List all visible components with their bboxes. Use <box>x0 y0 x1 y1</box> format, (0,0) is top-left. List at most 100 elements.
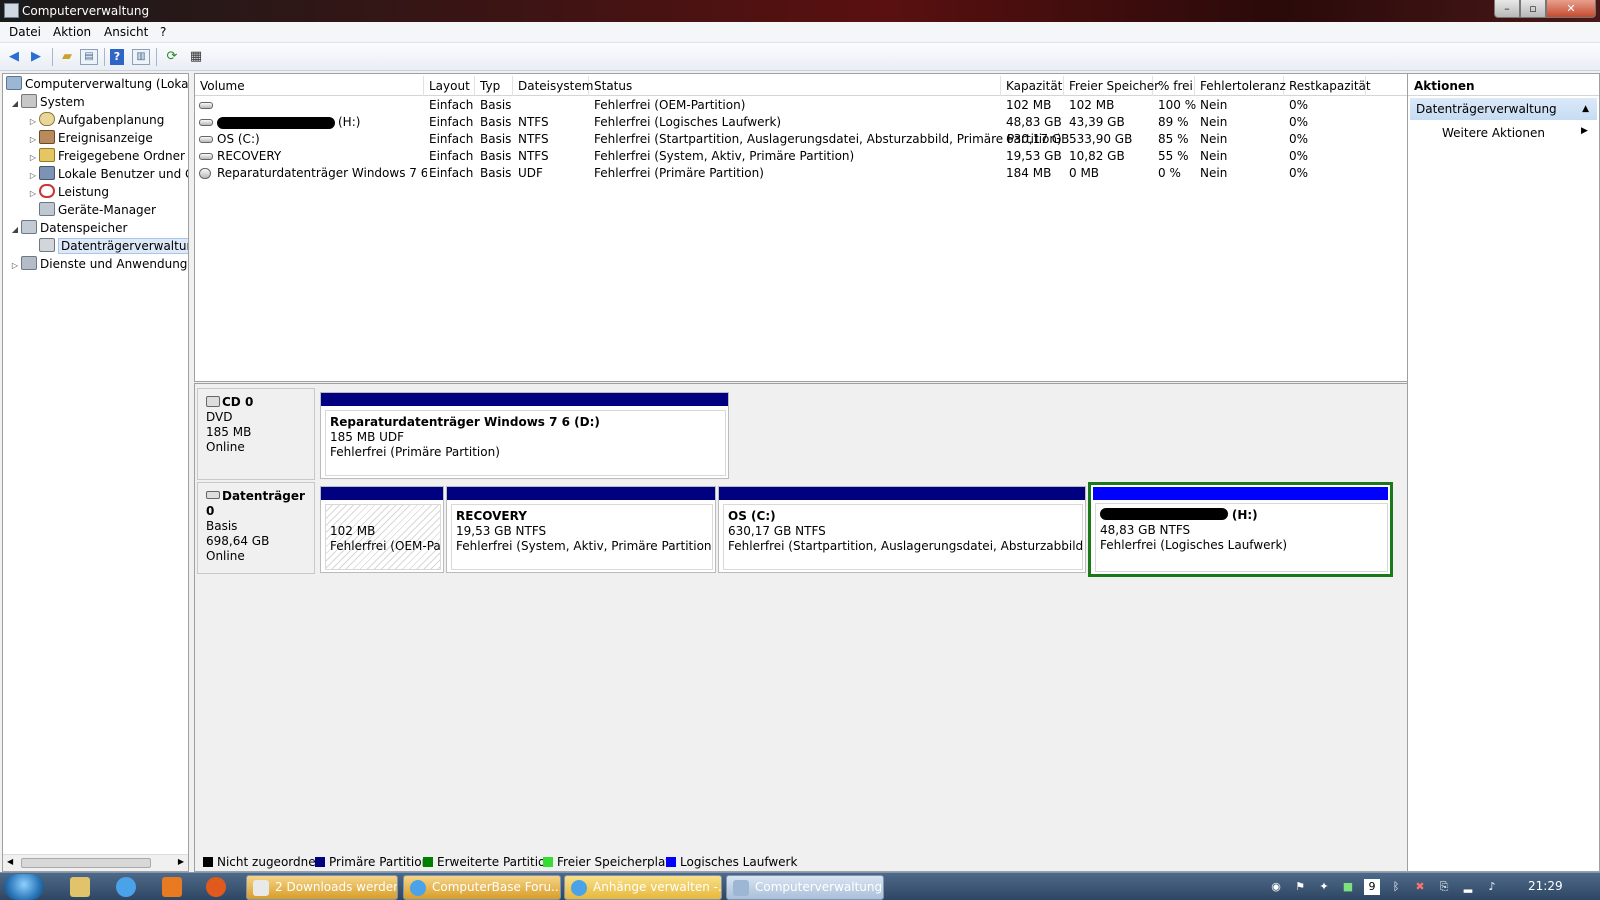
signal-strength-icon[interactable]: ▂ <box>1460 879 1476 895</box>
menu-ansicht[interactable]: Ansicht <box>104 25 148 39</box>
collapse-arrow-icon[interactable]: ◢ <box>9 95 21 113</box>
show-hide-action-pane-icon[interactable]: ▥ <box>132 49 150 65</box>
firefox-icon[interactable] <box>206 877 226 897</box>
tree-item-geraete-manager[interactable]: Geräte-Manager <box>39 201 156 219</box>
partition-color-bar <box>321 487 443 500</box>
collapse-arrow-icon[interactable]: ◢ <box>9 221 21 239</box>
minimize-button[interactable]: – <box>1494 0 1520 18</box>
volume-row[interactable]: RECOVERY Einfach Basis NTFS Fehlerfrei (… <box>195 148 1407 165</box>
maximize-button[interactable]: ▫ <box>1520 0 1546 18</box>
column-freier-speicher[interactable]: Freier Speicher <box>1064 76 1159 96</box>
task-anhaenge[interactable]: Anhänge verwalten -... <box>564 875 722 900</box>
volume-row[interactable]: OS (C:) Einfach Basis NTFS Fehlerfrei (S… <box>195 131 1407 148</box>
menu-aktion[interactable]: Aktion <box>53 25 91 39</box>
properties-icon[interactable]: ▦ <box>186 47 206 67</box>
partition-color-bar <box>321 393 728 406</box>
media-player-icon[interactable] <box>162 877 182 897</box>
clock[interactable]: 21:29 <box>1528 879 1563 893</box>
disk-name: Datenträger 0 <box>206 489 305 518</box>
tree-item-freigegebene-ordner[interactable]: ▷ Freigegebene Ordner <box>27 147 185 165</box>
legend-label: Erweiterte Partition <box>437 855 553 869</box>
weitere-aktionen-link[interactable]: Weitere Aktionen <box>1442 126 1545 140</box>
column-prozent-frei[interactable]: % frei <box>1153 76 1195 96</box>
scroll-right-icon[interactable]: ▶ <box>178 857 184 866</box>
tree-item-datenspeicher[interactable]: ◢ Datenspeicher <box>9 219 127 237</box>
network-status-icon[interactable]: ◉ <box>1268 879 1284 895</box>
tree-horizontal-scrollbar[interactable]: ◀ ▶ <box>3 854 188 871</box>
partition-recovery[interactable]: RECOVERY 19,53 GB NTFS Fehlerfrei (Syste… <box>446 486 716 573</box>
bluetooth-icon[interactable]: ᛒ <box>1388 879 1404 895</box>
tree-item-aufgabenplanung[interactable]: ▷ Aufgabenplanung <box>27 111 164 129</box>
extended-partition-h[interactable]: (H:) 48,83 GB NTFS Fehlerfrei (Logisches… <box>1088 482 1393 577</box>
task-computerbase[interactable]: ComputerBase Foru... <box>403 875 561 900</box>
partition-status: Fehlerfrei (Primäre Partition) <box>330 445 500 459</box>
close-button[interactable]: ✕ <box>1546 0 1596 18</box>
forward-arrow-icon[interactable]: ▶ <box>26 47 46 67</box>
legend-swatch <box>543 857 553 867</box>
number-nine-icon[interactable]: 9 <box>1364 879 1380 895</box>
volume-fehlertoleranz: Nein <box>1200 98 1228 112</box>
window-title: Computerverwaltung <box>22 4 150 18</box>
expand-arrow-icon[interactable]: ▷ <box>27 185 39 203</box>
action-center-flag-icon[interactable]: ⚑ <box>1292 879 1308 895</box>
volume-status: Fehlerfrei (Startpartition, Auslagerungs… <box>594 132 1062 146</box>
scroll-thumb[interactable] <box>21 858 151 868</box>
column-dateisystem[interactable]: Dateisystem <box>513 76 593 96</box>
tree-item-ereignisanzeige[interactable]: ▷ Ereignisanzeige <box>27 129 153 147</box>
app-tray-icon[interactable]: ✦ <box>1316 879 1332 895</box>
volume-row[interactable]: (H:) Einfach Basis NTFS Fehlerfrei (Logi… <box>195 114 1407 131</box>
expand-arrow-icon[interactable]: ▷ <box>9 257 21 275</box>
legend-item: Logisches Laufwerk <box>666 853 797 871</box>
back-arrow-icon[interactable]: ◀ <box>4 47 24 67</box>
legend-item: Nicht zugeordnet <box>203 853 320 871</box>
help-icon[interactable]: ? <box>110 49 124 65</box>
actions-section-datentraegerverwaltung[interactable]: Datenträgerverwaltung ▲ <box>1410 98 1597 120</box>
column-kapazitaet[interactable]: Kapazität <box>1001 76 1064 96</box>
start-button[interactable] <box>4 874 44 900</box>
scroll-left-icon[interactable]: ◀ <box>7 857 13 866</box>
tree-item-datentraegerverwaltung[interactable]: Datenträgerverwaltung <box>39 237 188 255</box>
volume-kapazitaet: 102 MB <box>1006 98 1052 112</box>
tree-item-leistung[interactable]: ▷ Leistung <box>27 183 109 201</box>
disk-label-cd0[interactable]: CD 0 DVD 185 MB Online <box>197 388 315 480</box>
partition-oem[interactable]: 102 MB Fehlerfrei (OEM-Partition) <box>320 486 444 573</box>
volume-row[interactable]: Reparaturdatenträger Windows 7 6 (D:) Ei… <box>195 165 1407 182</box>
tree-item-system[interactable]: ◢ System <box>9 93 85 111</box>
column-restkapazitaet[interactable]: Restkapazität <box>1284 76 1371 96</box>
error-tray-icon[interactable]: ✖ <box>1412 879 1428 895</box>
menu-help[interactable]: ? <box>160 25 166 39</box>
partition-status: Fehlerfrei (OEM-Partition) <box>330 539 441 553</box>
explorer-icon[interactable] <box>70 877 90 897</box>
task-downloads[interactable]: 2 Downloads werden... <box>246 875 398 900</box>
partition-title: RECOVERY <box>456 509 527 523</box>
tree-item-lokale-benutzer[interactable]: ▷Lokale Benutzer und Gru <box>27 165 188 183</box>
disk-label-disk0[interactable]: Datenträger 0 Basis 698,64 GB Online <box>197 482 315 574</box>
task-computerverwaltung[interactable]: Computerverwaltung <box>726 875 884 900</box>
column-status[interactable]: Status <box>589 76 1001 96</box>
tree-item-root[interactable]: Computerverwaltung (Lokal) <box>6 75 188 93</box>
submenu-arrow-icon[interactable]: ▶ <box>1581 126 1588 136</box>
column-layout[interactable]: Layout <box>424 76 475 96</box>
volume-frei: 43,39 GB <box>1069 115 1125 129</box>
column-typ[interactable]: Typ <box>475 76 513 96</box>
volume-kapazitaet: 184 MB <box>1006 166 1052 180</box>
folder-up-icon[interactable]: ▰ <box>57 47 77 67</box>
collapse-up-icon[interactable]: ▲ <box>1582 98 1589 120</box>
internet-explorer-icon[interactable] <box>116 877 136 897</box>
nvidia-icon[interactable]: ■ <box>1340 879 1356 895</box>
volume-frei: 10,82 GB <box>1069 149 1125 163</box>
refresh-icon[interactable]: ⟳ <box>162 47 182 67</box>
volume-row[interactable]: Einfach Basis Fehlerfrei (OEM-Partition)… <box>195 97 1407 114</box>
partition-cd-d[interactable]: Reparaturdatenträger Windows 7 6 (D:) 18… <box>320 392 729 479</box>
computer-management-icon <box>733 880 749 896</box>
show-hide-tree-icon[interactable]: ▤ <box>80 49 98 65</box>
column-volume[interactable]: Volume <box>195 76 424 96</box>
volume-frei: 0 MB <box>1069 166 1100 180</box>
column-fehlertoleranz[interactable]: Fehlertoleranz <box>1195 76 1286 96</box>
partition-os-c[interactable]: OS (C:) 630,17 GB NTFS Fehlerfrei (Start… <box>718 486 1086 573</box>
menu-datei[interactable]: Datei <box>9 25 41 39</box>
safely-remove-icon[interactable]: ⎘ <box>1436 879 1452 895</box>
tree-item-dienste[interactable]: ▷ Dienste und Anwendungen <box>9 255 188 275</box>
partition-legend: Nicht zugeordnet Primäre Partition Erwei… <box>195 853 1407 871</box>
volume-icon[interactable]: ♪ <box>1484 879 1500 895</box>
